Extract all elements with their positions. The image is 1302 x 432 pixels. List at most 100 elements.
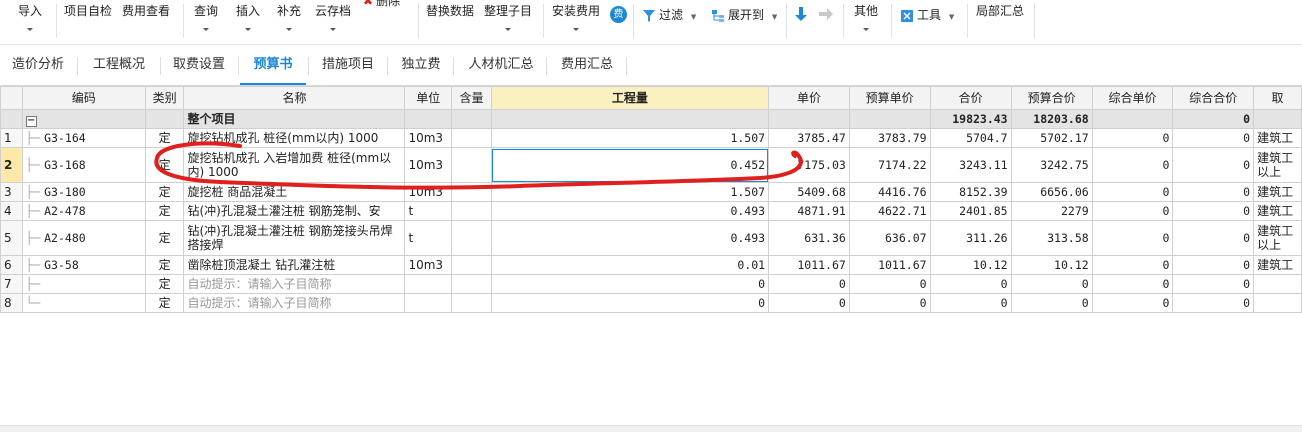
code-cell[interactable]: ├─ [21,274,146,294]
unit-cell[interactable]: t [404,220,453,256]
table-row[interactable]: 6 ├─ G3-58 定 凿除桩顶混凝土 钻孔灌注桩 10m3 0.01 1011… [0,255,1302,275]
tab-project-overview[interactable]: 工程概况 [82,47,156,85]
code-cell[interactable]: ├─ A2-480 [21,220,146,256]
column-header-type[interactable]: 类别 [144,86,185,110]
unit-price-cell[interactable]: 5409.68 [768,182,850,202]
table-row-current[interactable]: 2 ├─ G3-168 定 旋挖钻机成孔 入岩增加费 桩径(mm以内) 1000 … [0,147,1302,183]
fee-category-cell[interactable] [1253,274,1302,294]
unit-cell[interactable]: 10m3 [404,147,453,183]
type-cell[interactable]: 定 [144,182,185,202]
name-cell[interactable]: 旋挖钻机成孔 入岩增加费 桩径(mm以内) 1000 [183,147,406,183]
table-row-empty[interactable]: 8 └─ 定 自动提示：请输入子目简称 0 0 0 0 0 0 0 [0,293,1302,313]
insert-button[interactable]: 插入 [236,4,260,31]
name-cell[interactable]: 凿除桩顶混凝土 钻孔灌注桩 [183,255,406,275]
content-cell[interactable] [451,274,492,294]
quantity-cell-editing[interactable]: 0.452 [490,147,770,183]
budget-unit-price-cell[interactable]: 3783.79 [848,128,931,148]
code-cell[interactable]: ├─ G3-164 [21,128,146,148]
quantity-cell[interactable]: 0.493 [490,201,770,221]
fee-check-button[interactable]: 费用查看 [122,4,170,19]
unit-price-cell[interactable]: 0 [768,293,850,313]
unit-price-cell[interactable]: 631.36 [768,220,850,256]
table-row[interactable]: 4 ├─ A2-478 定 钻(冲)孔混凝土灌注桩 钢筋笼制、安 t 0.493 … [0,201,1302,221]
supplement-button[interactable]: 补充 [277,4,301,31]
install-fee-button[interactable]: 安装费用 [552,4,600,31]
content-cell[interactable] [451,182,492,202]
content-cell[interactable] [451,201,492,221]
code-cell[interactable]: ├─ G3-168 [21,147,146,183]
quantity-cell[interactable]: 1.507 [490,182,770,202]
name-cell[interactable]: 钻(冲)孔混凝土灌注桩 钢筋笼制、安 [183,201,406,221]
column-header-composite-total[interactable]: 综合合价 [1172,86,1255,110]
budget-unit-price-cell[interactable]: 4622.71 [848,201,931,221]
table-row[interactable]: 3 ├─ G3-180 定 旋挖桩 商品混凝土 10m3 1.507 5409.6… [0,182,1302,202]
query-button[interactable]: 查询 [194,4,218,31]
unit-cell[interactable]: 10m3 [404,182,453,202]
quantity-cell[interactable]: 0.01 [490,255,770,275]
name-cell[interactable]: 钻(冲)孔混凝土灌注桩 钢筋笼接头吊焊搭接焊 [183,220,406,256]
content-cell[interactable] [451,255,492,275]
fee-category-cell[interactable]: 建筑工 [1253,128,1302,148]
quantity-cell[interactable]: 1.507 [490,128,770,148]
table-row-empty[interactable]: 7 ├─ 定 自动提示：请输入子目简称 0 0 0 0 0 0 0 [0,274,1302,294]
delete-button[interactable]: ✖ 删除 [363,0,400,9]
column-header-name[interactable]: 名称 [183,86,406,110]
move-right-button[interactable] [818,7,834,25]
expand-to-button[interactable]: 展开到 [711,8,777,25]
column-header-unit-price[interactable]: 单价 [768,86,850,110]
type-cell[interactable]: 定 [144,128,185,148]
unit-price-cell[interactable]: 3785.47 [768,128,850,148]
name-cell-hint[interactable]: 自动提示：请输入子目简称 [183,274,406,294]
replace-data-button[interactable]: 替换数据 [426,4,474,19]
content-cell[interactable] [451,293,492,313]
unit-price-cell[interactable]: 1011.67 [768,255,850,275]
code-cell[interactable]: ├─ G3-58 [21,255,146,275]
column-header-quantity[interactable]: 工程量 [490,86,770,110]
unit-cell[interactable]: 10m3 [404,255,453,275]
type-cell[interactable]: 定 [144,255,185,275]
fee-badge-icon[interactable]: 费 [610,6,627,23]
tab-budget-book[interactable]: 预算书 [240,47,306,85]
type-cell[interactable]: 定 [144,201,185,221]
column-header-code[interactable]: 编码 [21,86,146,110]
budget-unit-price-cell[interactable]: 7174.22 [848,147,931,183]
code-cell[interactable]: ├─ G3-180 [21,182,146,202]
table-row-whole-project[interactable]: − 整个项目 19823.43 18203.68 0 [0,109,1302,129]
column-header-content[interactable]: 含量 [451,86,492,110]
name-cell[interactable]: 旋挖桩 商品混凝土 [183,182,406,202]
move-down-button[interactable] [794,6,808,26]
type-cell[interactable]: 定 [144,147,185,183]
other-button[interactable]: 其他 [854,4,878,31]
budget-unit-price-cell[interactable]: 4416.76 [848,182,931,202]
budget-unit-price-cell[interactable]: 636.07 [848,220,931,256]
fee-category-cell[interactable] [1253,293,1302,313]
fee-category-cell[interactable]: 建筑工 [1253,255,1302,275]
quantity-cell[interactable]: 0 [490,274,770,294]
type-cell[interactable]: 定 [144,220,185,256]
collapse-toggle[interactable]: − [21,109,146,129]
fee-category-cell[interactable]: 建筑工 [1253,182,1302,202]
column-header-total-price[interactable]: 合价 [929,86,1012,110]
tab-measures[interactable]: 措施项目 [312,47,384,85]
content-cell[interactable] [451,220,492,256]
column-header-budget-unit-price[interactable]: 预算单价 [848,86,931,110]
budget-unit-price-cell[interactable]: 0 [848,274,931,294]
unit-price-cell[interactable]: 4871.91 [768,201,850,221]
table-row[interactable]: 1 ├─ G3-164 定 旋挖钻机成孔 桩径(mm以内) 1000 10m3 1… [0,128,1302,148]
unit-cell[interactable] [404,293,453,313]
budget-unit-price-cell[interactable]: 0 [848,293,931,313]
quantity-cell[interactable]: 0 [490,293,770,313]
organize-items-button[interactable]: 整理子目 [484,4,532,31]
tab-fee-summary[interactable]: 费用汇总 [550,47,624,85]
unit-price-cell[interactable]: 0 [768,274,850,294]
quantity-cell[interactable]: 0.493 [490,220,770,256]
filter-button[interactable]: 过滤 [642,8,696,25]
partial-sum-button[interactable]: 局部汇总 [976,4,1024,19]
tab-fee-settings[interactable]: 取费设置 [163,47,235,85]
tab-cost-analysis[interactable]: 造价分析 [0,47,76,85]
name-cell[interactable]: 旋挖钻机成孔 桩径(mm以内) 1000 [183,128,406,148]
type-cell[interactable]: 定 [144,274,185,294]
budget-unit-price-cell[interactable]: 1011.67 [848,255,931,275]
code-cell[interactable]: └─ [21,293,146,313]
name-cell[interactable]: 整个项目 [183,109,406,129]
